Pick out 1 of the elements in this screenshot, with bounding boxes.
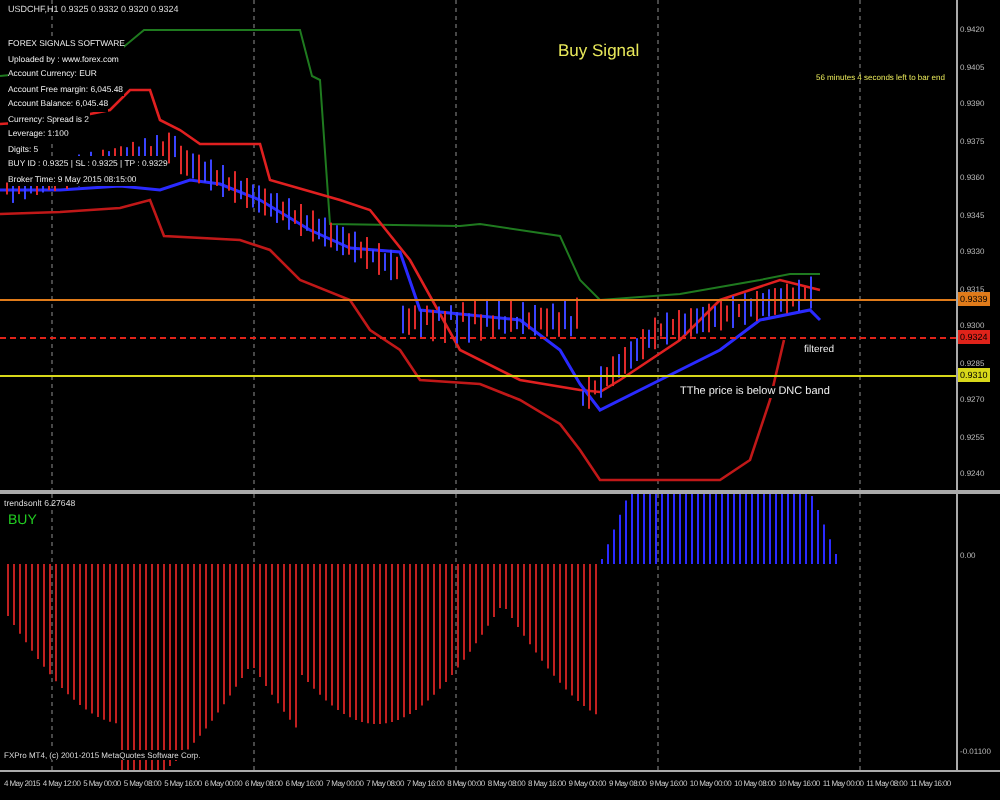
- signal-text: Buy Signal: [558, 40, 640, 60]
